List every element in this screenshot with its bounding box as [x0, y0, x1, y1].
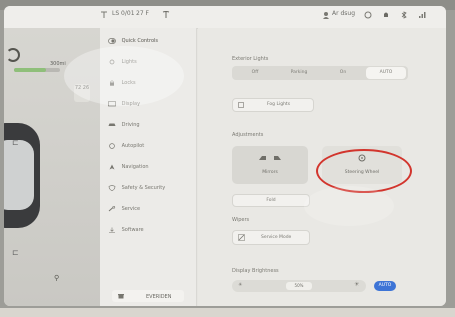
battery-range-label: 300mi: [50, 61, 66, 67]
exterior-lights-title: Exterior Lights: [232, 56, 269, 62]
display-icon: [108, 101, 116, 107]
menu-item-label: Locks: [121, 80, 136, 86]
fog-lights-label: Fog Lights: [267, 102, 291, 107]
wipers-title: Wipers: [232, 217, 250, 223]
menu-item-label: Service: [121, 206, 141, 212]
exterior-lights-on[interactable]: On: [322, 66, 364, 80]
tesla-t-icon[interactable]: [162, 11, 170, 19]
menu-item-label: Autopilot: [121, 143, 145, 149]
brightness-slider[interactable]: ☀ 50% ☀: [232, 280, 366, 292]
shield-icon: [108, 185, 116, 191]
temperature-badge[interactable]: 72 26: [74, 84, 90, 102]
service-mode-button[interactable]: Service Mode: [232, 230, 310, 245]
photo-frame-bottom: [0, 308, 455, 317]
settings-menu: Quick Controls Lights Locks Display Driv…: [100, 28, 197, 306]
mirrors-label: Mirrors: [262, 170, 278, 175]
battery-range-bar: [14, 68, 60, 72]
lock-icon: [110, 80, 114, 86]
exterior-lights-auto[interactable]: AUTO: [366, 67, 406, 79]
status-bar: LS 0/01 27 F Ar dsug: [4, 6, 446, 29]
fog-light-icon: [238, 102, 244, 108]
menu-footer-button[interactable]: EVERIDEN: [112, 290, 184, 302]
highlight-annotation: [316, 149, 412, 193]
menu-item-label: Display: [121, 101, 141, 107]
adjustments-title: Adjustments: [232, 132, 264, 138]
battery-range-fill: [14, 68, 47, 72]
menu-item-software[interactable]: Software: [108, 227, 190, 241]
brightness-low-icon: ☀: [238, 282, 243, 288]
trunk-icon[interactable]: ⊏: [12, 248, 19, 257]
wiper-icon: [238, 234, 245, 241]
status-temp: 27 F: [136, 10, 149, 17]
menu-item-display[interactable]: Display: [108, 101, 190, 115]
gift-icon: [118, 294, 124, 299]
menu-item-autopilot[interactable]: Autopilot: [108, 143, 190, 157]
menu-item-navigation[interactable]: Navigation: [108, 164, 190, 178]
bulb-icon: [109, 59, 115, 65]
touchscreen: LS 0/01 27 F Ar dsug 300mi 72 26 ⊏ ⊏ ⚲ Q…: [4, 6, 446, 306]
car-windshield: [4, 140, 34, 210]
brightness-title: Display Brightness: [232, 268, 279, 274]
profile-icon[interactable]: [322, 11, 330, 19]
profile-name[interactable]: Ar dsug: [332, 10, 355, 17]
menu-item-label: Safety & Security: [121, 185, 166, 191]
menu-item-quick-controls[interactable]: Quick Controls: [108, 38, 190, 52]
brightness-value[interactable]: 50%: [286, 282, 312, 290]
car-icon: [108, 123, 116, 126]
nav-icon: [109, 164, 115, 170]
mirrors-icon: [259, 156, 281, 160]
frunk-icon[interactable]: ⊏: [12, 138, 19, 147]
bell-icon[interactable]: [382, 11, 390, 19]
status-location: LS 0/01: [112, 10, 135, 17]
menu-item-label: Lights: [121, 59, 137, 65]
mirrors-card[interactable]: Mirrors: [232, 146, 308, 184]
service-mode-label: Service Mode: [261, 235, 292, 240]
menu-item-service[interactable]: Service: [108, 206, 190, 220]
wrench-icon: [108, 206, 116, 212]
ring-icon[interactable]: [364, 11, 372, 19]
menu-item-label: Quick Controls: [121, 38, 158, 44]
settings-content: Exterior Lights Off Parking On AUTO Fog …: [198, 28, 446, 306]
car-status-panel: 300mi 72 26 ⊏ ⊏ ⚲: [4, 28, 100, 306]
menu-footer-label: EVERIDEN: [146, 293, 172, 300]
bluetooth-icon[interactable]: [400, 11, 408, 19]
menu-item-locks[interactable]: Locks: [108, 80, 190, 94]
steering-icon: [109, 143, 115, 149]
menu-item-label: Driving: [121, 122, 140, 128]
menu-item-lights[interactable]: Lights: [108, 59, 190, 73]
exterior-lights-selector: Off Parking On AUTO: [232, 66, 408, 80]
fog-lights-button[interactable]: Fog Lights: [232, 98, 314, 112]
brightness-high-icon: ☀: [354, 281, 360, 288]
menu-item-label: Navigation: [121, 164, 149, 170]
tesla-logo-icon: [101, 11, 107, 18]
charge-port-icon[interactable]: ⚲: [54, 274, 59, 282]
menu-item-driving[interactable]: Driving: [108, 122, 190, 136]
signal-icon: [419, 12, 426, 18]
brightness-auto-button[interactable]: AUTO: [374, 281, 396, 291]
menu-item-safety-security[interactable]: Safety & Security: [108, 185, 190, 199]
download-icon: [109, 227, 115, 233]
power-icon[interactable]: [6, 48, 20, 62]
toggle-icon: [108, 38, 116, 44]
exterior-lights-off[interactable]: Off: [234, 66, 276, 80]
exterior-lights-parking[interactable]: Parking: [278, 66, 320, 80]
fold-mirrors-button[interactable]: Fold: [232, 194, 310, 207]
menu-item-label: Software: [121, 227, 144, 233]
